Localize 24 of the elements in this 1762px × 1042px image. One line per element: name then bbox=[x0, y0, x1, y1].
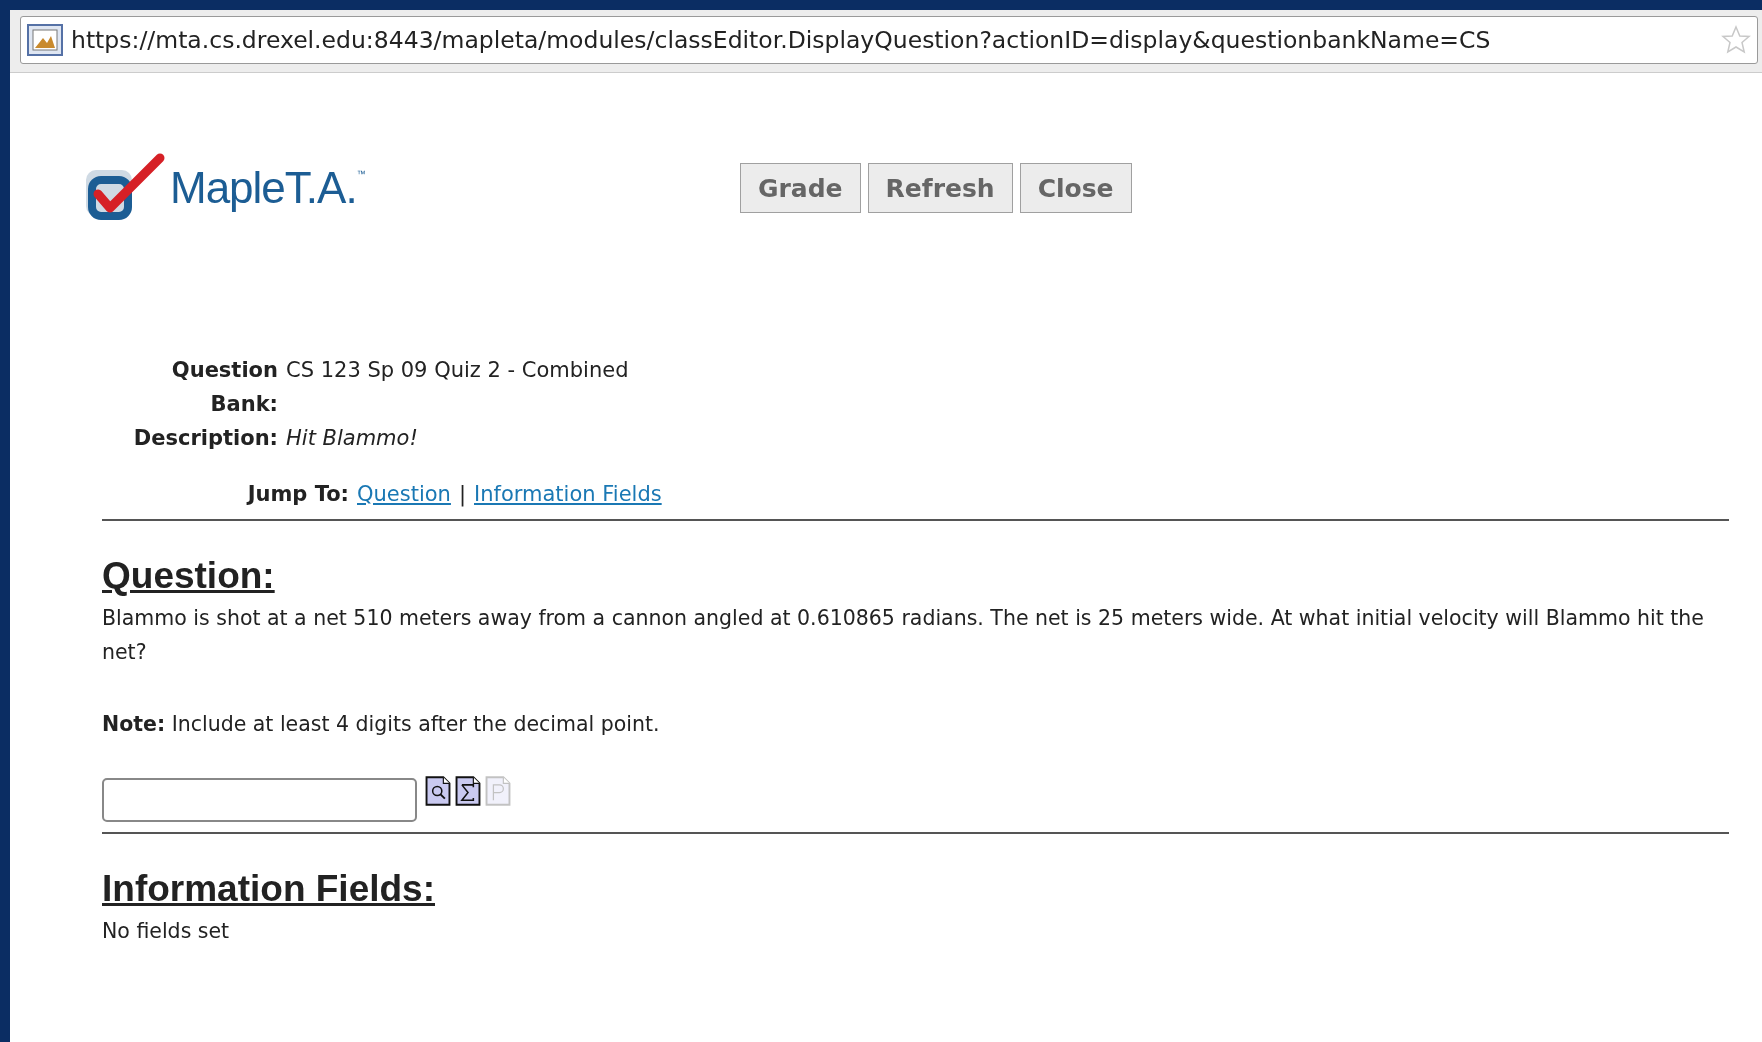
action-button[interactable]: Close bbox=[1019, 163, 1132, 213]
field-label: Description: bbox=[132, 425, 278, 452]
answer-field[interactable] bbox=[102, 778, 417, 822]
address-bar[interactable]: https://mta.cs.drexel.edu:8443/mapleta/modules/classEditor.DisplayQuestion?actionID=display&questionbankName=CS bbox=[20, 16, 1758, 64]
section-heading: Information Fields: bbox=[102, 868, 435, 910]
jump-label: Jump To: bbox=[245, 481, 349, 508]
field-value: Hit Blammo! bbox=[286, 425, 418, 452]
action-button[interactable]: Grade bbox=[740, 163, 861, 213]
section-heading: Question: bbox=[102, 555, 275, 597]
field-label: Question Bank: bbox=[170, 357, 278, 418]
url-text: https://mta.cs.drexel.edu:8443/mapleta/modules/classEditor.DisplayQuestion?actionID=display&questionbankName=CS bbox=[71, 26, 1492, 54]
field-value: CS 123 Sp 09 Quiz 2 - Combined bbox=[286, 357, 629, 384]
document-magnifier-icon[interactable] bbox=[425, 773, 451, 809]
action-button[interactable]: Refresh bbox=[867, 163, 1013, 213]
document-sigma-icon[interactable] bbox=[455, 773, 481, 809]
logo-text: MapleT.A.™ bbox=[170, 163, 365, 213]
question-text: Blammo is shot at a net 510 meters away from a cannon angled at 0.610865 radians. The net is 25 meters wide. At what initial velocity will Blammo hit the net? bbox=[102, 605, 1705, 666]
note-text: Note: Include at least 4 digits after the decimal point. bbox=[102, 711, 661, 738]
separator-text: | bbox=[458, 481, 466, 509]
star-icon[interactable] bbox=[1721, 25, 1751, 55]
jump-link[interactable]: Question bbox=[357, 477, 451, 511]
image-icon bbox=[27, 24, 63, 56]
info-text: No fields set bbox=[102, 918, 231, 945]
jump-link[interactable]: Information Fields bbox=[474, 477, 662, 511]
